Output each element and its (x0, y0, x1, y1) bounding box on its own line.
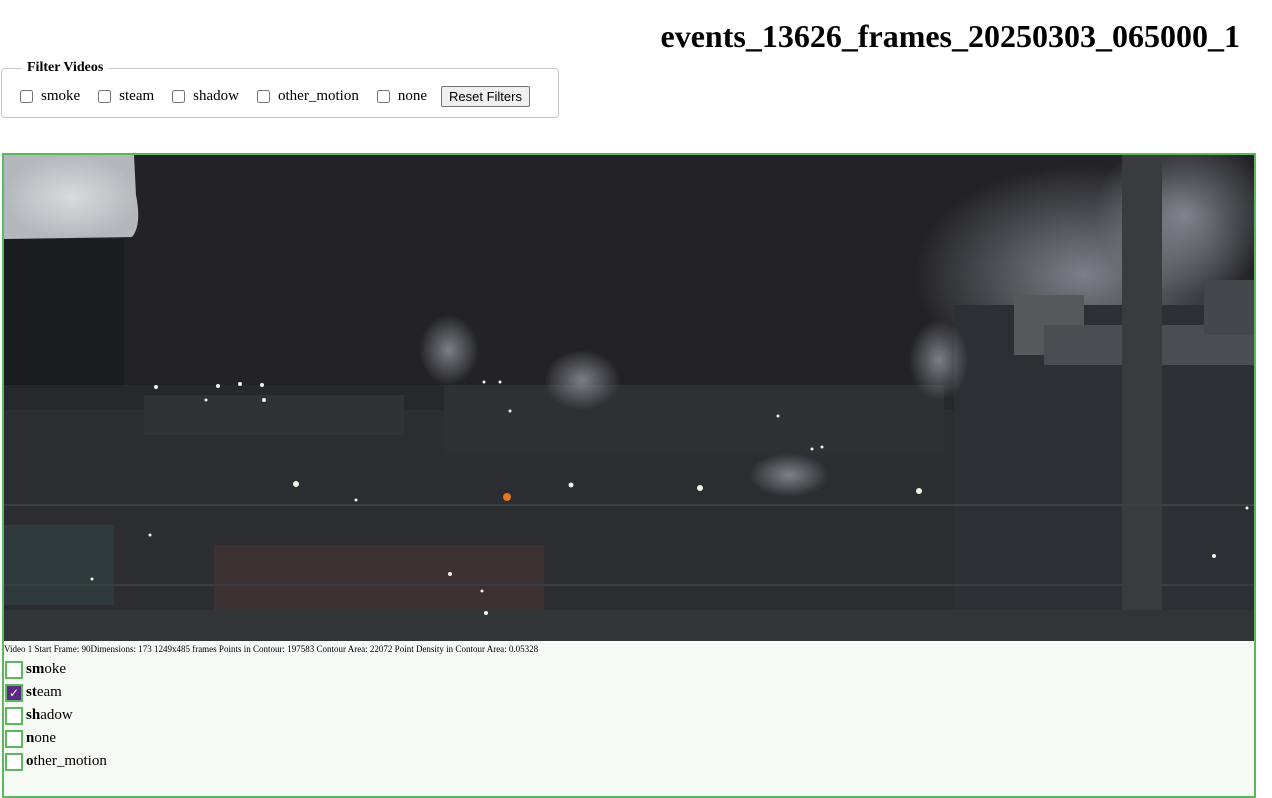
filter-checkbox-steam[interactable] (98, 90, 112, 103)
shortcut-key-smoke: sm (26, 661, 45, 677)
label-rest-none: one (34, 730, 57, 746)
label-rest-smoke: oke (44, 661, 67, 677)
label-text-smoke: smoke (26, 661, 66, 678)
filter-item-smoke[interactable]: smoke (16, 88, 80, 105)
label-checkbox-other-motion[interactable] (5, 752, 23, 771)
label-item-smoke[interactable]: smoke (4, 658, 1254, 681)
label-checkbox-none[interactable] (5, 729, 23, 748)
filter-checkbox-other-motion[interactable] (257, 90, 270, 103)
label-text-steam: steam (26, 684, 62, 701)
label-text-other-motion: other_motion (26, 753, 107, 770)
filter-checkbox-shadow[interactable] (172, 90, 186, 103)
filter-item-shadow[interactable]: shadow (168, 88, 239, 105)
filter-label-other-motion: other_motion (278, 88, 359, 104)
label-item-other-motion[interactable]: other_motion (4, 750, 1254, 773)
video-info: Video 1 Start Frame: 90Dimensions: 173 1… (4, 644, 539, 654)
label-checkbox-steam[interactable]: ✓ (5, 683, 23, 702)
label-text-shadow: shadow (26, 707, 73, 724)
filter-item-other-motion[interactable]: other_motion (253, 88, 359, 105)
video-card: Video 1 Start Frame: 90Dimensions: 173 1… (2, 153, 1256, 798)
filter-checkbox-none[interactable] (376, 90, 390, 103)
label-rest-steam: eam (36, 684, 62, 700)
label-checkbox-smoke[interactable] (5, 660, 23, 679)
filter-item-none[interactable]: none (373, 88, 427, 105)
label-rest-shadow: adow (40, 707, 73, 723)
shortcut-key-shadow: sh (26, 707, 41, 723)
filter-item-steam[interactable]: steam (94, 88, 154, 105)
label-checkbox-shadow[interactable] (5, 706, 23, 725)
filter-row: smoke steam shadow other_motion none Res… (16, 86, 544, 107)
label-item-none[interactable]: none (4, 727, 1254, 750)
shortcut-key-other-motion: o (26, 753, 34, 769)
checkmark-icon: ✓ (8, 685, 20, 700)
label-item-steam[interactable]: ✓ steam (4, 681, 1254, 704)
filter-videos-panel: Filter Videos smoke steam shadow other_m… (1, 60, 559, 118)
filter-label-smoke: smoke (41, 88, 81, 104)
label-text-none: none (26, 730, 56, 747)
page-title: events_13626_frames_20250303_065000_1 (660, 18, 1240, 54)
label-item-shadow[interactable]: shadow (4, 704, 1254, 727)
shortcut-key-steam: st (26, 684, 37, 700)
reset-filters-button[interactable]: Reset Filters (441, 86, 530, 107)
filter-label-shadow: shadow (193, 88, 239, 104)
filter-legend: Filter Videos (27, 60, 104, 75)
filter-checkbox-smoke[interactable] (20, 90, 33, 103)
filter-label-none: none (397, 88, 427, 104)
video-player[interactable] (4, 155, 1254, 641)
filter-label-steam: steam (119, 88, 155, 104)
label-list: smoke ✓ steam shadow none other_motion (4, 658, 1254, 773)
label-rest-other-motion: ther_motion (33, 753, 107, 769)
